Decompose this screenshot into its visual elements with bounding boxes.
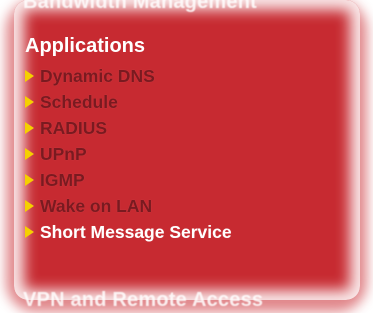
menu-item-igmp[interactable]: IGMP bbox=[23, 167, 232, 193]
screenshot-stage: Bandwidth Management Applications Dynami… bbox=[0, 0, 373, 313]
menu-item-label: Dynamic DNS bbox=[40, 65, 155, 86]
menu-header-vpn-remote-access[interactable]: VPN and Remote Access bbox=[23, 289, 263, 312]
triangle-right-icon bbox=[25, 96, 34, 108]
menu-item-label: Short Message Service bbox=[40, 221, 232, 242]
menu-item-label: IGMP bbox=[40, 169, 85, 190]
menu-item-label: UPnP bbox=[40, 143, 87, 164]
sidebar-menu: Bandwidth Management Applications Dynami… bbox=[23, 0, 353, 311]
menu-item-label: Wake on LAN bbox=[40, 195, 153, 216]
menu-item-upnp[interactable]: UPnP bbox=[23, 141, 232, 167]
triangle-right-icon bbox=[25, 200, 34, 212]
triangle-right-icon bbox=[25, 70, 34, 82]
menu-item-dynamic-dns[interactable]: Dynamic DNS bbox=[23, 63, 232, 89]
menu-section-applications[interactable]: Applications bbox=[25, 35, 145, 58]
triangle-right-icon bbox=[25, 148, 34, 160]
menu-item-short-message-service[interactable]: Short Message Service bbox=[23, 219, 232, 245]
triangle-right-icon bbox=[25, 122, 34, 134]
menu-item-wake-on-lan[interactable]: Wake on LAN bbox=[23, 193, 232, 219]
triangle-right-icon bbox=[25, 174, 34, 186]
applications-submenu: Dynamic DNS Schedule RADIUS UPnP IGMP Wa… bbox=[23, 63, 232, 245]
menu-item-schedule[interactable]: Schedule bbox=[23, 89, 232, 115]
triangle-right-icon bbox=[25, 226, 34, 238]
menu-item-radius[interactable]: RADIUS bbox=[23, 115, 232, 141]
menu-item-label: RADIUS bbox=[40, 117, 108, 138]
menu-header-bandwidth-management[interactable]: Bandwidth Management bbox=[23, 0, 257, 14]
menu-item-label: Schedule bbox=[40, 91, 118, 112]
